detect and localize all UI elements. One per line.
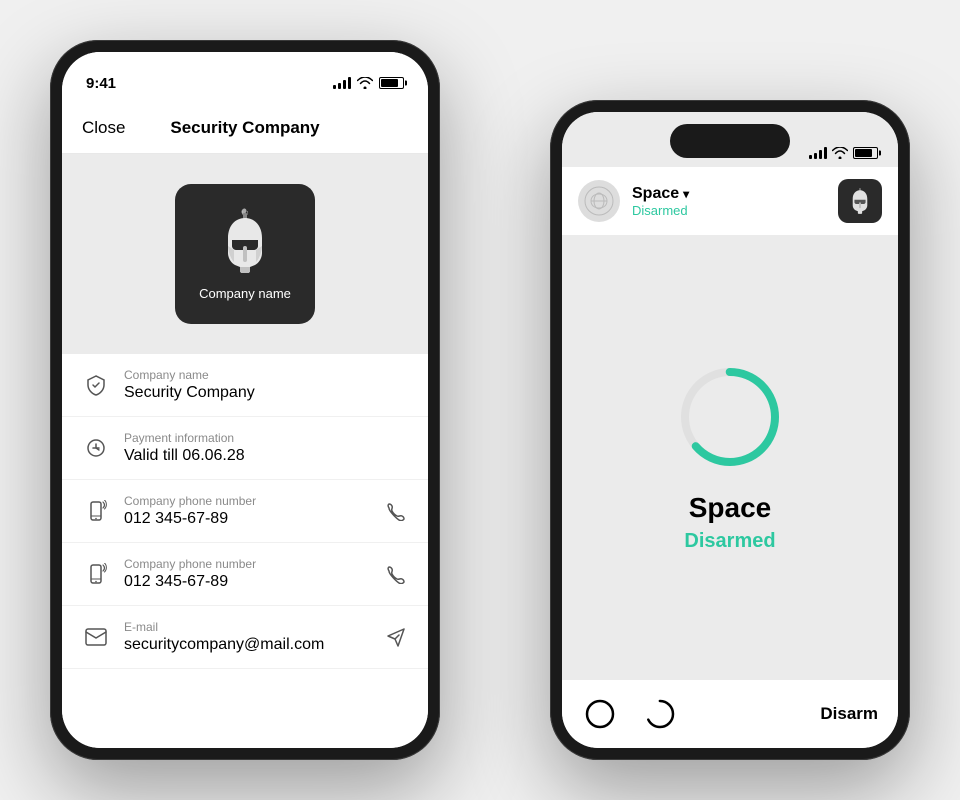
phone1-call-icon[interactable]: [384, 499, 408, 523]
right-main: Space Disarmed: [562, 235, 898, 680]
email-item: E-mail securitycompany@mail.com: [62, 606, 428, 669]
location-name: Space: [684, 492, 775, 524]
space-status: Disarmed: [632, 203, 689, 218]
status-time: 9:41: [86, 75, 116, 92]
phone-device-icon: [82, 497, 110, 525]
helmet-icon: [210, 208, 280, 278]
chevron-down-icon: ▾: [683, 187, 689, 201]
phone2-content: Company phone number 012 345-67-89: [124, 557, 370, 591]
info-list: Company name Security Company Pay: [62, 354, 428, 748]
scene: 9:41 Close Se: [50, 40, 910, 760]
space-info: Space ▾ Disarmed: [578, 180, 689, 222]
payment-content: Payment information Valid till 06.06.28: [124, 431, 408, 465]
phone1-label: Company phone number: [124, 494, 370, 508]
badge-helmet-icon: [845, 186, 875, 216]
right-bottom: Disarm: [562, 680, 898, 748]
company-name-label: Company name: [124, 368, 408, 382]
disarm-status: Disarmed: [684, 530, 775, 553]
logo-label: Company name: [199, 286, 291, 301]
phone2-value: 012 345-67-89: [124, 573, 370, 591]
space-avatar: [578, 180, 620, 222]
shield-icon: [82, 371, 110, 399]
right-header: Space ▾ Disarmed: [562, 167, 898, 235]
payment-icon: [82, 434, 110, 462]
phone1-item: Company phone number 012 345-67-89: [62, 480, 428, 543]
company-name-value: Security Company: [124, 384, 408, 402]
logo-section: Company name: [62, 154, 428, 354]
company-badge: [838, 179, 882, 223]
bottom-circle-icon[interactable]: [582, 696, 618, 732]
status-bar: 9:41: [62, 52, 428, 102]
email-send-icon[interactable]: [384, 625, 408, 649]
right-battery-icon: [853, 147, 878, 159]
status-icons: [333, 77, 404, 89]
payment-value: Valid till 06.06.28: [124, 447, 408, 465]
phone-device2-icon: [82, 560, 110, 588]
disarm-info: Space Disarmed: [684, 492, 775, 553]
right-status-icons: [809, 147, 878, 159]
company-name-item: Company name Security Company: [62, 354, 428, 417]
battery-icon: [379, 77, 404, 89]
space-text: Space ▾ Disarmed: [632, 185, 689, 218]
space-name: Space ▾: [632, 185, 689, 203]
disarm-circle-icon: [675, 362, 785, 472]
bottom-refresh-icon[interactable]: [642, 696, 678, 732]
payment-label: Payment information: [124, 431, 408, 445]
logo-card: Company name: [175, 184, 315, 324]
wifi-icon: [357, 77, 373, 89]
dynamic-island: [670, 124, 790, 158]
phone1-content: Company phone number 012 345-67-89: [124, 494, 370, 528]
right-screen: Space ▾ Disarmed: [562, 112, 898, 748]
left-phone: 9:41 Close Se: [50, 40, 440, 760]
email-icon: [82, 623, 110, 651]
email-value: securitycompany@mail.com: [124, 636, 370, 654]
signal-icon: [333, 77, 351, 89]
phone2-label: Company phone number: [124, 557, 370, 571]
nav-title: Security Company: [142, 118, 348, 138]
nav-header: Close Security Company: [62, 102, 428, 154]
email-content: E-mail securitycompany@mail.com: [124, 620, 370, 654]
disarm-button[interactable]: Disarm: [820, 704, 878, 724]
phone2-item: Company phone number 012 345-67-89: [62, 543, 428, 606]
right-signal-icon: [809, 147, 827, 159]
email-label: E-mail: [124, 620, 370, 634]
company-name-content: Company name Security Company: [124, 368, 408, 402]
close-button[interactable]: Close: [82, 118, 142, 138]
phone2-call-icon[interactable]: [384, 562, 408, 586]
bottom-icons: [582, 696, 678, 732]
right-phone: Space ▾ Disarmed: [550, 100, 910, 760]
right-wifi-icon: [832, 147, 848, 159]
phone1-value: 012 345-67-89: [124, 510, 370, 528]
left-screen: 9:41 Close Se: [62, 52, 428, 748]
payment-item: Payment information Valid till 06.06.28: [62, 417, 428, 480]
